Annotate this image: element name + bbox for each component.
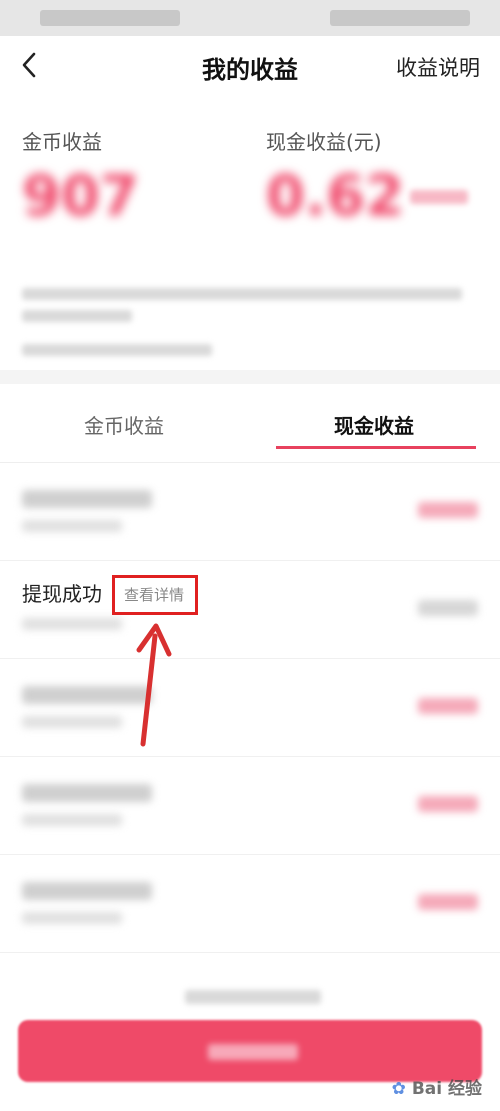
withdrawal-success-title: 提现成功 — [22, 582, 102, 606]
nav-bar: 我的收益 收益说明 — [0, 36, 500, 98]
list-item-title — [22, 490, 152, 508]
list-item-amount — [418, 600, 478, 616]
baidu-jingyan-watermark: ✿ Bai 经验 — [392, 1074, 482, 1099]
list-item[interactable] — [0, 462, 500, 561]
active-tab-indicator — [276, 446, 476, 449]
status-bar-right — [330, 10, 470, 26]
list-item-date — [22, 618, 122, 630]
earnings-explanation-link[interactable]: 收益说明 — [396, 52, 480, 82]
paw-icon: ✿ — [391, 1079, 406, 1099]
earnings-tabs: 金币收益 现金收益 — [0, 384, 500, 463]
list-item[interactable] — [0, 658, 500, 757]
list-item-title — [22, 882, 152, 900]
summary-note-line — [22, 310, 132, 322]
summary-note-line — [22, 288, 462, 300]
list-item-withdrawal[interactable]: 提现成功 — [0, 560, 500, 659]
cash-value-tag — [410, 190, 468, 204]
withdraw-button[interactable] — [18, 1020, 482, 1082]
tab-coin-earnings[interactable]: 金币收益 — [84, 410, 164, 439]
earnings-summary: 金币收益 现金收益(元) 907 0.62 — [0, 98, 500, 370]
list-item[interactable] — [0, 854, 500, 953]
list-item-amount — [418, 502, 478, 518]
status-bar — [0, 0, 500, 36]
tab-cash-earnings[interactable]: 现金收益 — [334, 410, 414, 439]
bottom-hint-text — [185, 990, 321, 1004]
coin-earnings-value: 907 — [22, 164, 139, 229]
summary-note-line — [22, 344, 212, 356]
cash-earnings-label: 现金收益(元) — [266, 130, 382, 154]
withdraw-button-label — [208, 1044, 298, 1060]
list-item[interactable] — [0, 756, 500, 855]
list-item-date — [22, 814, 122, 826]
watermark-text: Bai 经验 — [411, 1079, 482, 1099]
list-item-date — [22, 912, 122, 924]
list-item-date — [22, 520, 122, 532]
view-details-link[interactable]: 查看详情 — [124, 584, 184, 605]
cash-earnings-value: 0.62 — [266, 164, 405, 229]
list-item-amount — [418, 894, 478, 910]
status-bar-left — [40, 10, 180, 26]
coin-earnings-label: 金币收益 — [22, 130, 102, 154]
list-item-amount — [418, 796, 478, 812]
list-item-title — [22, 784, 152, 802]
annotation-arrow-icon — [136, 623, 172, 747]
list-item-date — [22, 716, 122, 728]
section-divider — [0, 370, 500, 384]
list-item-amount — [418, 698, 478, 714]
